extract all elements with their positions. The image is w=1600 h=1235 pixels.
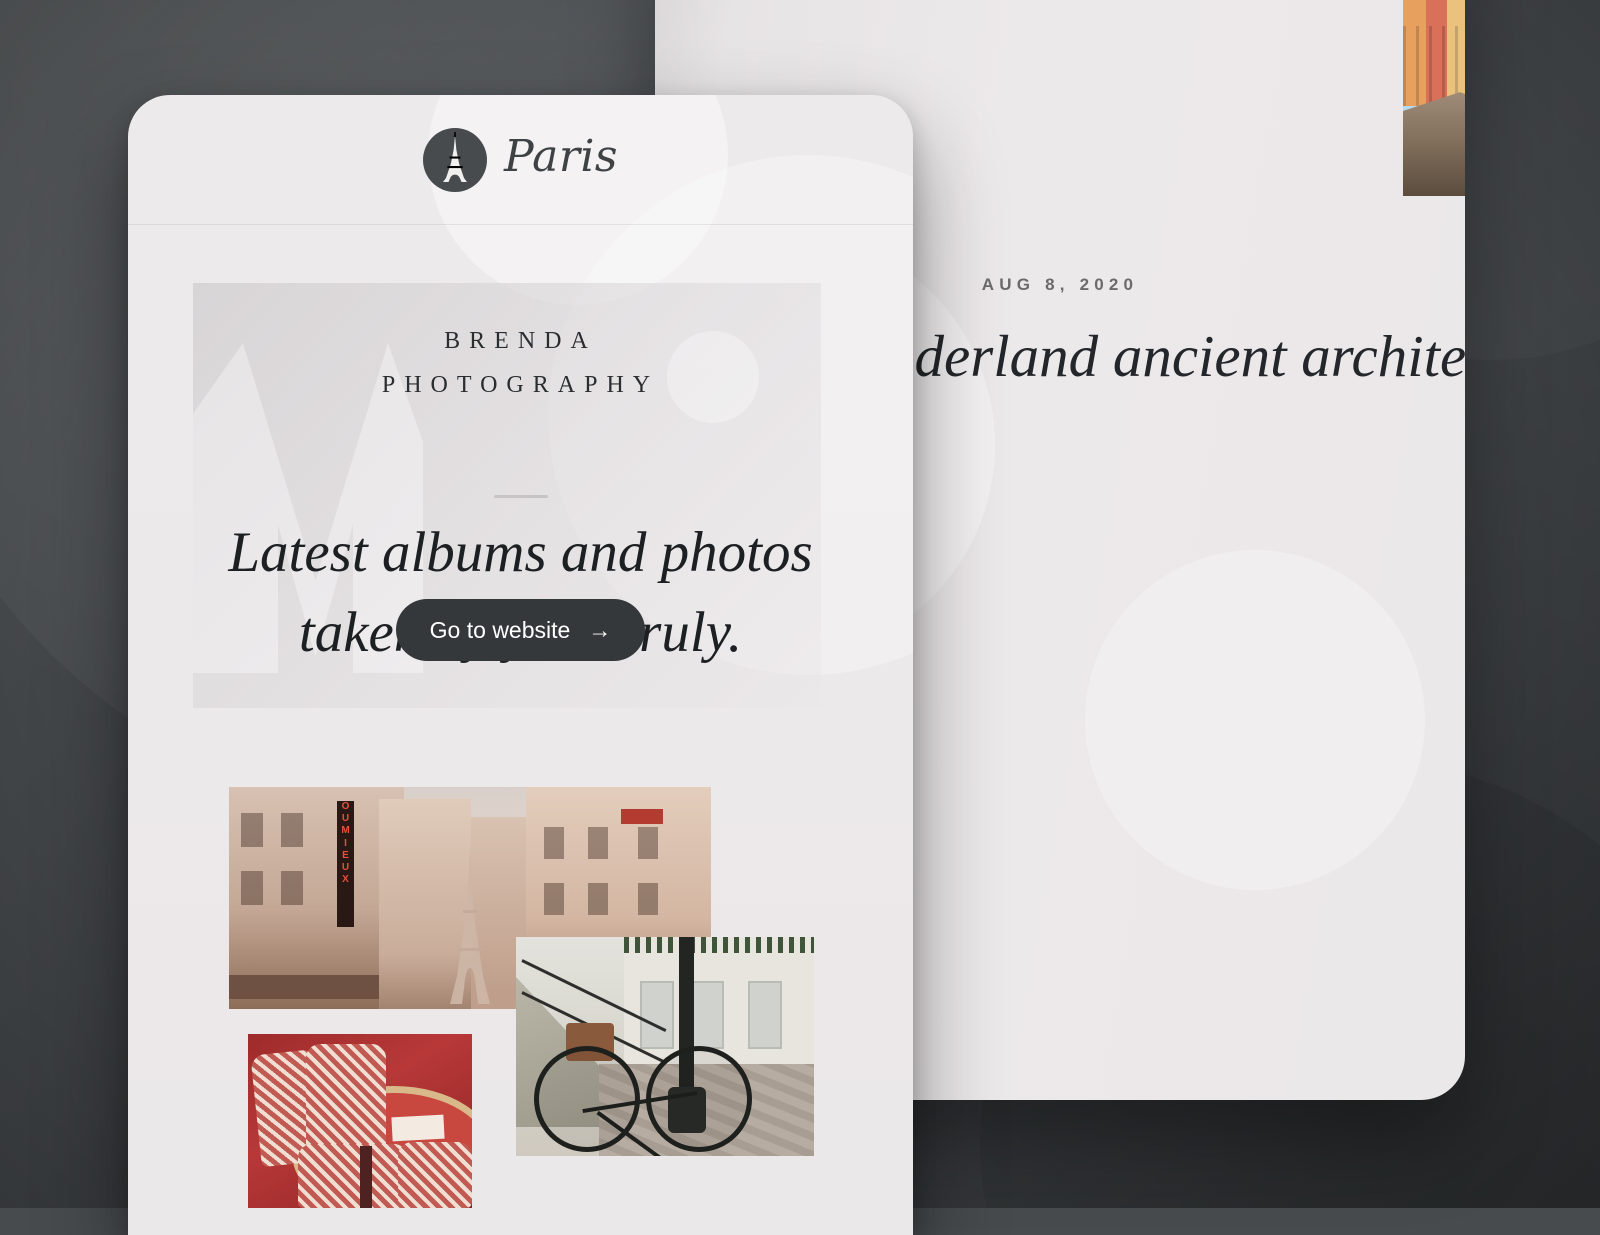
go-to-website-label: Go to website [429,616,571,643]
eyebrow-line-2: PHOTOGRAPHY [381,372,660,398]
table-leg [360,1146,372,1208]
window [241,871,263,905]
window [281,813,303,847]
menu-card [391,1114,445,1142]
window [241,813,263,847]
rattan-chair [398,1142,472,1208]
building-left [229,787,404,1009]
oumieux-neon-sign: OUMIEUX [337,801,354,927]
paris-cafe-chairs-photo [248,1034,472,1208]
bike-wheel [646,1046,752,1152]
article-title-line-2: ancient architecture [1112,323,1465,389]
brand-name: Paris [503,131,619,182]
shutter-window [748,981,782,1049]
paris-bicycle-lamppost-photo [516,937,814,1156]
shutter-window [640,981,674,1049]
hero-divider [493,495,548,498]
ivy-plants [624,937,814,953]
header-divider [128,224,913,225]
window [638,827,658,859]
hero-title-line-1: Latest albums and photos [228,521,813,584]
eiffel-tower-icon [422,127,487,192]
window [588,827,608,859]
cafe-awning [229,975,399,999]
brand-eyebrow: BRENDA PHOTOGRAPHY [128,319,913,407]
bike-wheel [534,1046,640,1152]
paris-newsletter-card: Paris BRENDA PHOTOGRAPHY Latest albums a… [128,95,913,1235]
rattan-chair [298,1144,408,1208]
window [588,883,608,915]
cinque-terre-cliff-houses-photo [1403,0,1465,196]
window [544,883,564,915]
front-card-cta-wrap: Go to website → [128,599,913,661]
panel-decor-circle-right [1085,550,1425,890]
go-to-website-button-paris[interactable]: Go to website → [395,599,646,661]
arrow-right-icon: → [588,616,612,643]
shutter-window [690,981,724,1049]
eyebrow-line-1: BRENDA [444,328,597,354]
red-shop-sign [621,809,663,824]
window [281,871,303,905]
eiffel-tower-silhouette [440,844,500,1009]
window [638,883,658,915]
facade-upper [624,937,814,1067]
card-header: Paris [128,95,913,224]
window [544,827,564,859]
